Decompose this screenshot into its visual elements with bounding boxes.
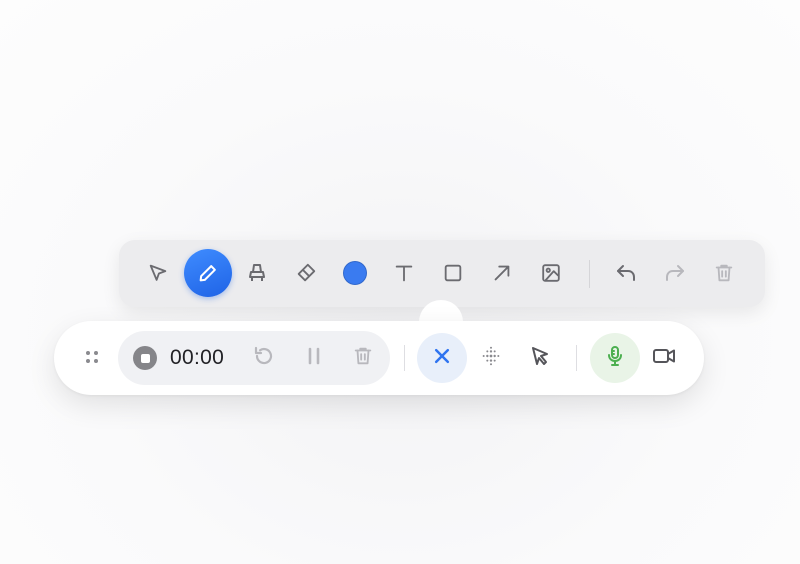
trash-icon bbox=[352, 345, 374, 372]
trash-icon bbox=[713, 262, 735, 284]
toolbar-divider bbox=[589, 260, 590, 288]
arrow-icon bbox=[491, 262, 513, 284]
arrow-tool-button[interactable] bbox=[478, 249, 526, 297]
canvas-stage: 00:00 bbox=[0, 0, 800, 564]
clear-drawing-button[interactable] bbox=[700, 249, 748, 297]
pointer-arrow-icon bbox=[147, 262, 169, 284]
color-picker-button[interactable] bbox=[331, 249, 379, 297]
rectangle-tool-button[interactable] bbox=[429, 249, 477, 297]
pause-icon bbox=[302, 344, 326, 373]
close-icon bbox=[432, 346, 452, 371]
pen-tool-button[interactable] bbox=[184, 249, 232, 297]
rectangle-icon bbox=[442, 262, 464, 284]
stop-recording-button[interactable] bbox=[133, 346, 157, 370]
image-tool-button[interactable] bbox=[527, 249, 575, 297]
pencil-icon bbox=[197, 262, 219, 284]
camera-toggle-button[interactable] bbox=[639, 333, 689, 383]
pause-recording-button[interactable] bbox=[299, 343, 329, 373]
cursor-highlight-button[interactable] bbox=[515, 333, 565, 383]
text-icon bbox=[393, 262, 415, 284]
recording-toolbar: 00:00 bbox=[54, 321, 704, 395]
color-swatch-icon bbox=[343, 261, 367, 285]
restart-icon bbox=[252, 344, 276, 373]
video-camera-icon bbox=[651, 343, 677, 374]
redo-icon bbox=[663, 261, 687, 285]
drag-handle-icon[interactable] bbox=[84, 349, 100, 365]
dot-grid-icon bbox=[480, 345, 502, 372]
recording-timer: 00:00 bbox=[170, 346, 225, 369]
eraser-icon bbox=[295, 262, 317, 284]
select-tool-button[interactable] bbox=[134, 249, 182, 297]
drawing-toolbar bbox=[119, 240, 765, 307]
redo-button[interactable] bbox=[651, 249, 699, 297]
text-tool-button[interactable] bbox=[380, 249, 428, 297]
toolbar-divider bbox=[404, 345, 405, 371]
cursor-click-icon bbox=[528, 344, 552, 373]
spotlight-button[interactable] bbox=[466, 333, 516, 383]
eraser-tool-button[interactable] bbox=[282, 249, 330, 297]
recording-controls: 00:00 bbox=[118, 331, 390, 385]
undo-icon bbox=[614, 261, 638, 285]
toolbar-divider bbox=[576, 345, 577, 371]
highlighter-tool-button[interactable] bbox=[233, 249, 281, 297]
microphone-icon bbox=[603, 344, 627, 373]
undo-button[interactable] bbox=[602, 249, 650, 297]
stop-icon bbox=[140, 353, 150, 363]
close-drawing-button[interactable] bbox=[417, 333, 467, 383]
image-icon bbox=[540, 262, 562, 284]
highlighter-icon bbox=[245, 261, 269, 285]
microphone-toggle-button[interactable] bbox=[590, 333, 640, 383]
restart-recording-button[interactable] bbox=[249, 343, 279, 373]
delete-recording-button[interactable] bbox=[348, 343, 378, 373]
